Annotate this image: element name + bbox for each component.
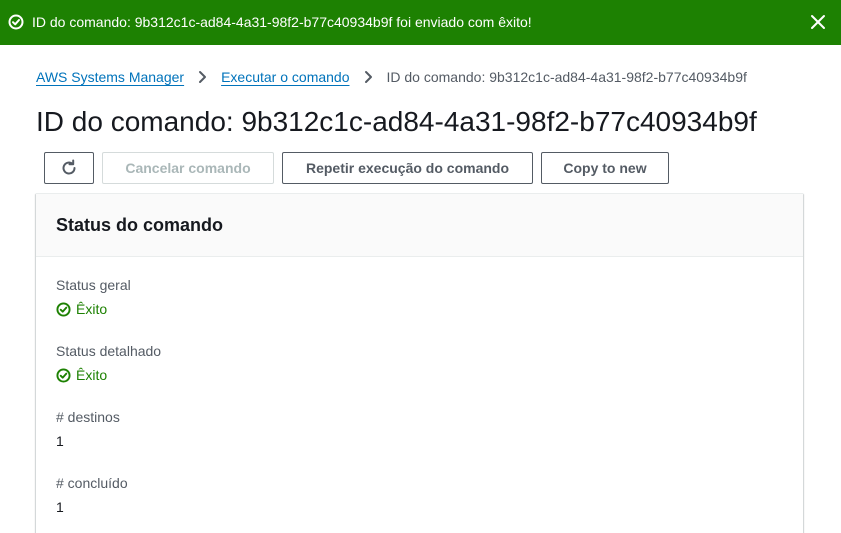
completed-count-value: 1 [56,499,64,515]
command-status-panel: Status do comando Status geral Êxito Sta… [36,193,803,533]
completed-count-field: # concluído 1 [56,474,128,516]
flash-message: ID do comando: 9b312c1c-ad84-4a31-98f2-b… [32,14,532,30]
refresh-icon [62,159,76,175]
field-label: # destinos [56,409,120,425]
close-icon[interactable] [808,12,828,32]
breadcrumb-link-run-command[interactable]: Executar o comando [221,68,349,86]
breadcrumb: AWS Systems Manager Executar o comando I… [36,68,747,86]
page-title: ID do comando: 9b312c1c-ad84-4a31-98f2-b… [36,106,757,137]
status-text: Êxito [76,367,108,383]
chevron-right-icon [199,71,207,83]
success-check-icon [56,367,71,383]
field-label: Status geral [56,277,131,293]
panel-header: Status do comando [36,194,803,257]
rerun-command-button[interactable]: Repetir execução do comando [282,152,533,184]
field-label: # concluído [56,475,128,491]
success-check-icon [56,301,71,317]
overall-status-field: Status geral Êxito [56,276,131,318]
targets-count-field: # destinos 1 [56,408,120,450]
refresh-button[interactable] [44,152,94,184]
chevron-right-icon [364,71,372,83]
detailed-status-field: Status detalhado Êxito [56,342,161,384]
success-flash-banner: ID do comando: 9b312c1c-ad84-4a31-98f2-b… [0,0,841,45]
overall-status-value: Êxito [56,300,131,318]
targets-count-value: 1 [56,433,64,449]
cancel-command-button[interactable]: Cancelar comando [102,152,274,184]
detailed-status-value: Êxito [56,366,161,384]
breadcrumb-current: ID do comando: 9b312c1c-ad84-4a31-98f2-b… [386,69,747,85]
check-circle-icon [8,14,24,30]
field-label: Status detalhado [56,343,162,359]
copy-to-new-button[interactable]: Copy to new [541,152,669,184]
panel-title: Status do comando [56,215,224,235]
status-text: Êxito [76,301,108,317]
breadcrumb-link-systems-manager[interactable]: AWS Systems Manager [36,68,184,86]
